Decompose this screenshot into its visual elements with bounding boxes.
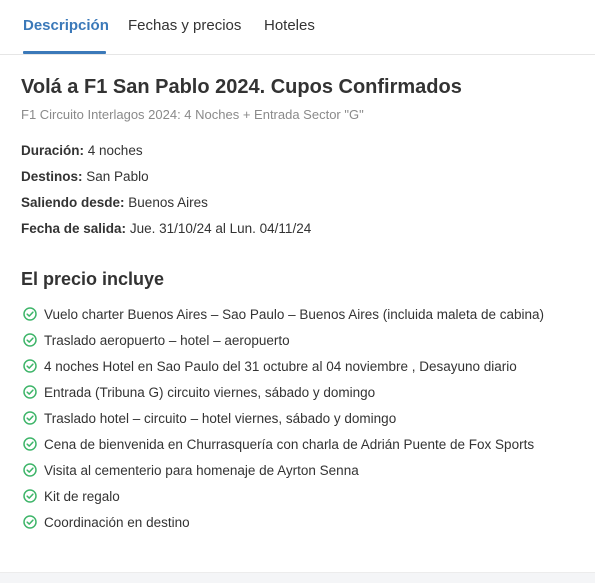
list-item-text: Traslado aeropuerto – hotel – aeropuerto xyxy=(44,332,290,348)
check-circle-icon xyxy=(23,385,37,399)
detail-label: Saliendo desde: xyxy=(21,195,125,210)
list-item-text: Coordinación en destino xyxy=(44,514,190,530)
check-circle-icon xyxy=(23,489,37,503)
detail-value: Jue. 31/10/24 al Lun. 04/11/24 xyxy=(129,221,312,236)
check-circle-icon xyxy=(23,359,37,373)
tab-descripcion[interactable]: Descripción xyxy=(23,17,109,34)
tab-bar: Descripción Fechas y precios Hoteles xyxy=(0,0,595,55)
list-item: Visita al cementerio para homenaje de Ay… xyxy=(23,457,588,483)
detail-label: Fecha de salida: xyxy=(21,221,127,236)
detail-value: Buenos Aires xyxy=(128,195,208,210)
page-title: Volá a F1 San Pablo 2024. Cupos Confirma… xyxy=(21,76,462,98)
check-circle-icon xyxy=(23,411,37,425)
list-item: Cena de bienvenida en Churrasquería con … xyxy=(23,431,588,457)
list-item-text: Vuelo charter Buenos Aires – Sao Paulo –… xyxy=(44,306,545,322)
list-item-text: 4 noches Hotel en Sao Paulo del 31 octub… xyxy=(44,358,517,374)
list-item-text: Entrada (Tribuna G) circuito viernes, sá… xyxy=(44,384,376,400)
list-item: Coordinación en destino xyxy=(23,509,588,535)
list-item: Traslado hotel – circuito – hotel vierne… xyxy=(23,405,588,431)
list-item: 4 noches Hotel en Sao Paulo del 31 octub… xyxy=(23,353,588,379)
list-item-text: Kit de regalo xyxy=(44,488,120,504)
list-item-text: Cena de bienvenida en Churrasquería con … xyxy=(44,436,535,452)
page-subtitle: F1 Circuito Interlagos 2024: 4 Noches + … xyxy=(21,107,364,122)
list-item-text: Visita al cementerio para homenaje de Ay… xyxy=(44,462,359,478)
active-tab-indicator xyxy=(23,51,106,54)
list-item: Vuelo charter Buenos Aires – Sao Paulo –… xyxy=(23,301,588,327)
detail-destinos: Destinos: San Pablo xyxy=(21,169,149,184)
check-circle-icon xyxy=(23,437,37,451)
detail-fecha-de-salida: Fecha de salida: Jue. 31/10/24 al Lun. 0… xyxy=(21,221,311,236)
tab-fechas-y-precios[interactable]: Fechas y precios xyxy=(128,17,241,34)
check-circle-icon xyxy=(23,333,37,347)
detail-duracion: Duración: 4 noches xyxy=(21,143,143,158)
list-item: Kit de regalo xyxy=(23,483,588,509)
tab-hoteles[interactable]: Hoteles xyxy=(264,17,315,34)
list-item: Entrada (Tribuna G) circuito viernes, sá… xyxy=(23,379,588,405)
detail-value: San Pablo xyxy=(86,169,149,184)
detail-label: Duración: xyxy=(21,143,85,158)
includes-heading: El precio incluye xyxy=(21,269,165,289)
check-circle-icon xyxy=(23,463,37,477)
list-item-text: Traslado hotel – circuito – hotel vierne… xyxy=(44,410,397,426)
tour-description-page: Descripción Fechas y precios Hoteles Vol… xyxy=(0,0,595,583)
page-footer-strip xyxy=(0,572,595,583)
check-circle-icon xyxy=(23,307,37,321)
check-circle-icon xyxy=(23,515,37,529)
detail-value: 4 noches xyxy=(87,143,143,158)
includes-list: Vuelo charter Buenos Aires – Sao Paulo –… xyxy=(23,301,588,535)
detail-saliendo-desde: Saliendo desde: Buenos Aires xyxy=(21,195,208,210)
detail-label: Destinos: xyxy=(21,169,83,184)
list-item: Traslado aeropuerto – hotel – aeropuerto xyxy=(23,327,588,353)
